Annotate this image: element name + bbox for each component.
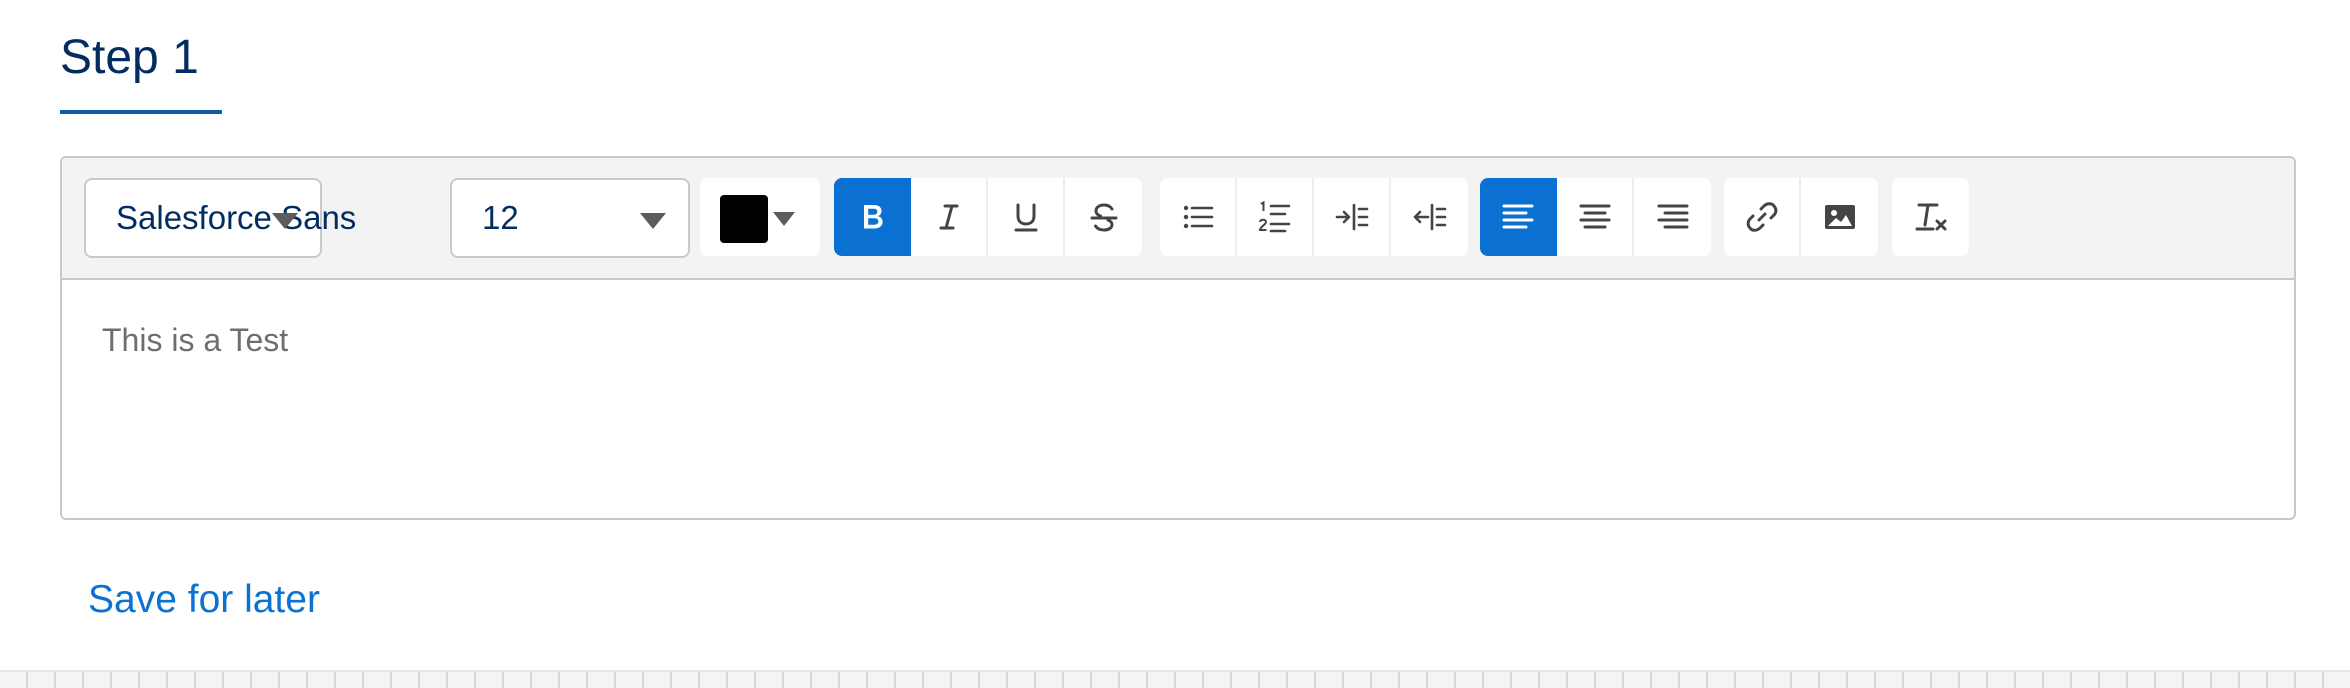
numbered-list-button[interactable]	[1237, 178, 1314, 256]
save-for-later-link[interactable]: Save for later	[88, 578, 320, 622]
align-left-icon	[1502, 204, 1533, 229]
clear-formatting-button[interactable]	[1892, 178, 1969, 256]
font-size-select[interactable]: 12	[450, 178, 690, 258]
underline-button[interactable]	[988, 178, 1065, 256]
alignment-button-group	[1480, 178, 1711, 256]
align-right-button[interactable]	[1634, 178, 1711, 256]
bulleted-list-icon	[1183, 205, 1213, 229]
insert-link-button[interactable]	[1724, 178, 1801, 256]
clear-format-group	[1892, 178, 1969, 256]
link-icon	[1746, 202, 1777, 232]
italic-icon	[939, 204, 958, 230]
footer-divider	[0, 670, 2350, 688]
align-center-button[interactable]	[1557, 178, 1634, 256]
tab-title: Step 1	[60, 31, 199, 84]
align-center-icon	[1579, 204, 1610, 229]
font-family-select[interactable]: Salesforce Sans	[84, 178, 356, 258]
outdent-button[interactable]	[1391, 178, 1468, 256]
editor-toolbar: Salesforce Sans 12	[62, 158, 2294, 280]
editor-content[interactable]: This is a Test	[102, 322, 288, 359]
underline-icon	[1014, 203, 1037, 232]
font-size-value: 12	[482, 199, 519, 236]
chevron-down-icon	[640, 213, 666, 229]
outdent-icon	[1413, 203, 1446, 231]
bulleted-list-button[interactable]	[1160, 178, 1237, 256]
indent-icon	[1335, 203, 1368, 231]
insert-image-button[interactable]	[1801, 178, 1878, 256]
strikethrough-icon	[1090, 203, 1117, 232]
text-color-picker[interactable]	[700, 178, 820, 256]
font-family-value: Salesforce Sans	[116, 199, 357, 236]
chevron-down-icon	[773, 212, 795, 226]
chevron-down-icon	[272, 213, 298, 229]
numbered-list-icon	[1258, 200, 1290, 233]
bold-button[interactable]	[834, 178, 911, 256]
strikethrough-button[interactable]	[1065, 178, 1142, 256]
insert-button-group	[1724, 178, 1878, 256]
color-swatch	[720, 195, 768, 243]
indent-button[interactable]	[1314, 178, 1391, 256]
format-button-group	[834, 178, 1142, 256]
align-left-button[interactable]	[1480, 178, 1557, 256]
list-button-group	[1160, 178, 1468, 256]
bold-icon	[863, 205, 883, 229]
clear-formatting-icon	[1915, 203, 1946, 231]
align-right-icon	[1657, 204, 1688, 229]
italic-button[interactable]	[911, 178, 988, 256]
tab-active-indicator	[60, 110, 222, 114]
image-icon	[1824, 205, 1855, 229]
rich-text-editor: Salesforce Sans 12 This is a Test	[60, 156, 2296, 520]
